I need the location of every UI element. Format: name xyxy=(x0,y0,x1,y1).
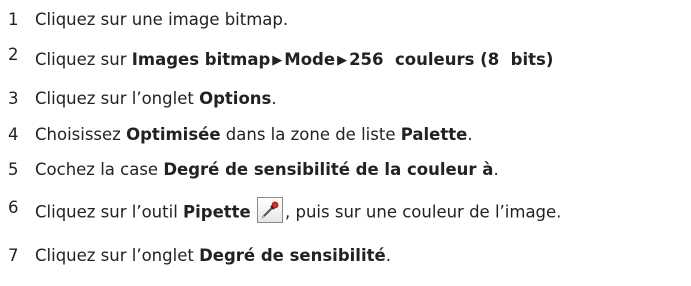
step-number: 5 xyxy=(8,160,19,179)
step-text: Cliquez sur xyxy=(35,50,132,69)
step-text-middle: dans la zone de liste xyxy=(220,125,401,144)
step-2: 2 Cliquez sur Images bitmap ▶ Mode ▶ 256 coul… xyxy=(8,45,554,72)
menu-item-256-couleurs: 256 couleurs (8 bits) xyxy=(349,50,554,69)
step-6: 6 Cliquez sur l’outil Pipette , puis sur … xyxy=(8,197,562,226)
step-7: 7 Cliquez sur l’onglet Degré de sensibili… xyxy=(8,246,391,266)
step-number: 3 xyxy=(8,89,19,108)
step-number: 1 xyxy=(8,10,19,29)
step-text: Cochez la case xyxy=(35,160,164,179)
step-text: Cliquez sur l’onglet xyxy=(35,89,200,108)
step-number: 4 xyxy=(8,125,19,144)
step-text: Cliquez sur une image bitmap. xyxy=(35,10,289,29)
tab-name-degre: Degré de sensibilité xyxy=(199,246,386,265)
menu-separator-icon: ▶ xyxy=(337,53,348,68)
step-4: 4 Choisissez Optimisée dans la zone de li… xyxy=(8,125,473,145)
step-number: 6 xyxy=(8,197,19,217)
step-text-end: , puis sur une couleur de l’image. xyxy=(285,202,562,222)
tab-name-options: Options xyxy=(199,89,272,108)
menu-item-mode: Mode xyxy=(284,50,336,69)
menu-separator-icon: ▶ xyxy=(272,53,283,68)
step-number: 7 xyxy=(8,246,19,265)
step-text-end: . xyxy=(271,89,277,108)
step-3: 3 Cliquez sur l’onglet Options. xyxy=(8,89,277,109)
checkbox-name: Degré de sensibilité de la couleur à xyxy=(163,160,494,179)
step-text-end: . xyxy=(385,246,391,265)
option-optimisee: Optimisée xyxy=(126,125,221,144)
menu-item-images-bitmap: Images bitmap xyxy=(131,50,271,69)
step-text-end: . xyxy=(493,160,499,179)
tool-name-pipette: Pipette xyxy=(183,202,251,222)
step-text: Cliquez sur l’onglet xyxy=(35,246,200,265)
eyedropper-icon xyxy=(257,197,283,223)
step-number: 2 xyxy=(8,45,19,64)
list-name-palette: Palette xyxy=(400,125,468,144)
step-text: Choisissez xyxy=(35,125,127,144)
step-text: Cliquez sur l’outil xyxy=(35,202,184,222)
step-5: 5 Cochez la case Degré de sensibilité de … xyxy=(8,160,499,180)
step-text-end: . xyxy=(467,125,473,144)
step-1: 1 Cliquez sur une image bitmap. xyxy=(8,10,288,30)
